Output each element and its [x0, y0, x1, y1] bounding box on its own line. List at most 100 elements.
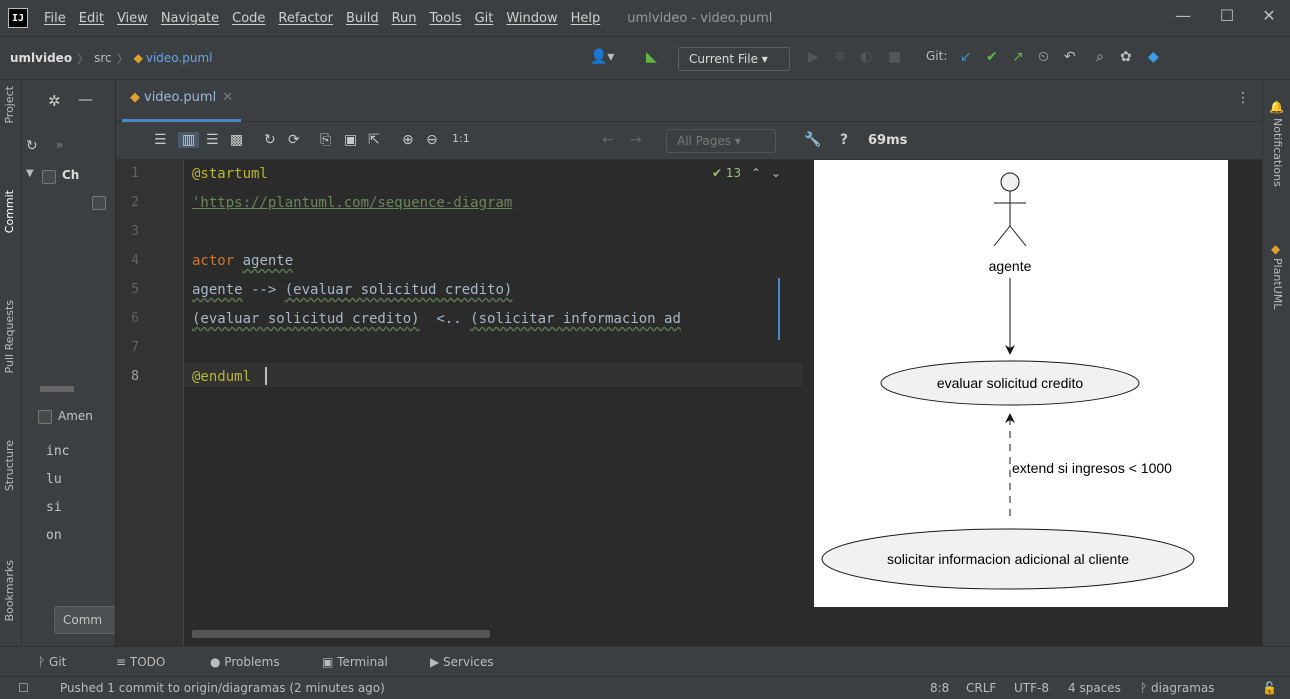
git-push-icon[interactable]: ↗ [1012, 49, 1024, 65]
copy-icon[interactable]: ⎘ [320, 132, 331, 148]
breadcrumb-file[interactable]: video.puml [146, 51, 213, 65]
changes-checkbox[interactable] [42, 170, 56, 184]
panel-toggle-icon[interactable]: ☐ [18, 681, 29, 695]
expand-icon[interactable]: » [56, 138, 63, 152]
close-tab-icon[interactable]: ✕ [222, 90, 233, 105]
horizontal-scrollbar[interactable] [192, 630, 490, 638]
settings-update-icon[interactable]: ✿ [1120, 49, 1132, 65]
editor-gutter: 1 2 3 4 5 6 7 8 [116, 160, 184, 646]
tab-problems[interactable]: ● Problems [210, 655, 280, 669]
status-message[interactable]: Pushed 1 commit to origin/diagramas (2 m… [60, 681, 385, 695]
tab-services[interactable]: ▶ Services [430, 655, 494, 669]
indent-setting[interactable]: 4 spaces [1068, 681, 1121, 695]
search-icon[interactable]: ⌕ [1096, 49, 1104, 65]
commit-panel: ✲ — ↻ » ▼ Ch Amen inc lu si on Comm [22, 80, 116, 646]
chevron-up-icon[interactable]: ⌃ [751, 166, 761, 180]
menu-navigate[interactable]: Navigate [161, 11, 219, 26]
menu-build[interactable]: Build [346, 11, 379, 26]
pages-select[interactable]: All Pages ▾ [666, 129, 776, 153]
inspection-widget[interactable]: ✔ 13 ⌃ ⌄ [712, 166, 781, 180]
plugin-icon[interactable]: ◆ [1148, 49, 1159, 65]
amend-checkbox[interactable] [38, 410, 52, 424]
hammer-icon[interactable]: ◣ [646, 49, 657, 65]
save-icon[interactable]: ▣ [344, 132, 357, 148]
tool-tab-pull-requests[interactable]: Pull Requests [3, 300, 16, 373]
chevron-down-icon[interactable]: ▼ [26, 168, 34, 179]
line-separator[interactable]: CRLF [966, 681, 996, 695]
menu-edit[interactable]: Edit [79, 11, 104, 26]
menu-code[interactable]: Code [232, 11, 265, 26]
git-branch[interactable]: ᚹ diagramas [1140, 681, 1215, 695]
editor-only-icon[interactable]: ☰ [154, 132, 167, 148]
hide-icon[interactable]: — [78, 90, 93, 108]
terminal-icon: ▣ [322, 655, 338, 669]
maximize-icon[interactable]: ☐ [1212, 6, 1242, 25]
breadcrumb-project[interactable]: umlvideo [10, 51, 72, 65]
menu-run[interactable]: Run [392, 11, 417, 26]
tool-tab-plantuml[interactable]: PlantUML [1271, 258, 1284, 309]
tab-video-puml[interactable]: ◆ video.puml ✕ [122, 90, 242, 122]
rollback-icon[interactable]: ↶ [1064, 49, 1076, 65]
chevron-down-icon[interactable]: ⌄ [771, 166, 781, 180]
menu-window[interactable]: Window [506, 11, 557, 26]
tool-tab-notifications[interactable]: Notifications [1271, 118, 1284, 187]
info-icon: ● [210, 655, 225, 669]
lock-icon[interactable]: 🔓 [1262, 681, 1277, 695]
branch-label: diagramas [1151, 681, 1215, 695]
split-view-icon[interactable]: ▥ [178, 132, 200, 148]
open-external-icon[interactable]: ⇱ [368, 132, 380, 148]
identifier-agente: agente [242, 253, 294, 269]
chevron-right-icon: 〉 [116, 51, 129, 66]
refresh-icon[interactable]: ↻ [264, 132, 276, 148]
tab-todo[interactable]: ≡ TODO [116, 655, 165, 669]
tab-label: Terminal [337, 655, 388, 669]
tab-git[interactable]: ᚹ Git [38, 655, 66, 669]
line-number: 7 [131, 340, 139, 355]
tool-tab-structure[interactable]: Structure [3, 440, 16, 491]
image-icon[interactable]: ▩ [230, 132, 243, 148]
wrench-icon[interactable]: 🔧 [804, 132, 821, 148]
left-tool-strip: Project Commit Pull Requests Structure B… [0, 80, 22, 646]
more-options-icon[interactable]: ⋮ [1236, 90, 1250, 106]
menu-file[interactable]: File [44, 11, 66, 26]
breadcrumb-folder[interactable]: src [94, 51, 112, 65]
menu-git[interactable]: Git [475, 11, 494, 26]
line-number: 2 [131, 195, 139, 210]
menu-view[interactable]: View [117, 11, 148, 26]
menu-refactor[interactable]: Refactor [278, 11, 333, 26]
menu-help[interactable]: Help [571, 11, 601, 26]
user-icon[interactable]: 👤▾ [590, 49, 614, 65]
notification-bell-icon[interactable]: 🔔 [1269, 100, 1284, 114]
tab-terminal[interactable]: ▣ Terminal [322, 655, 388, 669]
git-update-icon[interactable]: ↙ [960, 49, 972, 65]
menu-tools[interactable]: Tools [430, 11, 462, 26]
plantuml-file-icon: ◆ [130, 90, 140, 105]
zoom-out-icon[interactable]: ⊖ [426, 132, 438, 148]
tool-tab-project[interactable]: Project [3, 86, 16, 124]
right-tool-strip: 🔔 Notifications ◆ PlantUML [1262, 80, 1290, 646]
close-icon[interactable]: ✕ [1254, 6, 1284, 25]
gear-icon[interactable]: ✲ [48, 92, 61, 110]
code-editor[interactable]: @startuml 'https://plantuml.com/sequence… [184, 160, 802, 646]
commit-button[interactable]: Comm [54, 606, 115, 634]
line-number: 5 [131, 282, 139, 297]
tool-tab-bookmarks[interactable]: Bookmarks [3, 560, 16, 621]
minimize-icon[interactable]: — [1168, 6, 1198, 25]
file-checkbox[interactable] [92, 196, 106, 210]
actor-figure [993, 172, 1027, 247]
zoom-in-icon[interactable]: ⊕ [402, 132, 414, 148]
git-commit-icon[interactable]: ✔ [986, 49, 998, 65]
sync-icon[interactable]: ⟳ [288, 132, 300, 148]
tool-tab-commit[interactable]: Commit [3, 190, 16, 233]
history-icon[interactable]: ⏲ [1038, 49, 1049, 65]
splitter-handle[interactable] [40, 386, 74, 392]
actual-size-button[interactable]: 1:1 [452, 132, 470, 145]
run-configuration-select[interactable]: Current File ▾ [678, 47, 790, 71]
help-button[interactable]: ? [840, 132, 848, 148]
preview-only-icon[interactable]: ☰ [206, 132, 219, 148]
coverage-icon: ◐ [860, 49, 873, 65]
file-encoding[interactable]: UTF-8 [1014, 681, 1049, 695]
caret-position[interactable]: 8:8 [930, 681, 949, 695]
refresh-icon[interactable]: ↻ [26, 138, 38, 154]
diagram-preview[interactable]: agente evaluar solicitud credito extend … [814, 160, 1228, 607]
